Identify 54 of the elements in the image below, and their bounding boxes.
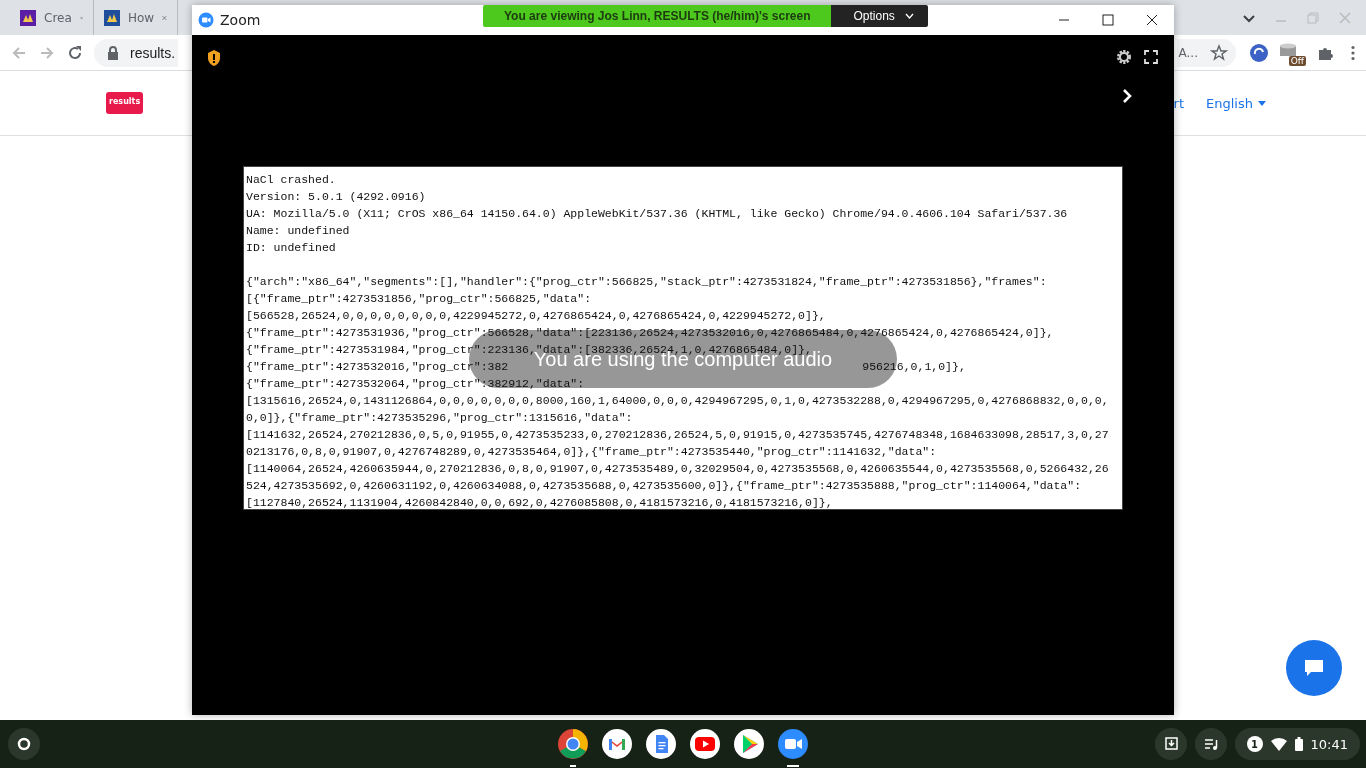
report-line: {"frame_ptr":4273532016,"prog_ctr":382: [246, 359, 509, 375]
report-line: {"frame_ptr":4273532064,"prog_ctr":382912,"data":: [246, 376, 585, 392]
site-logo[interactable]: results: [106, 92, 144, 114]
report-line: {"frame_ptr":4273531936,"prog_ctr":566528,"data":[223136,26524,4273532016,0,4276865484,0,4276865424,0,4276865424,0]},: [246, 325, 1054, 341]
report-line: 0,0]},{"frame_ptr":4273535296,"prog_ctr":1315616,"data":: [246, 410, 633, 426]
document-icon[interactable]: [645, 728, 677, 760]
report-line: [{"frame_ptr":4273531856,"prog_ctr":566825,"data":: [246, 291, 592, 307]
report-line: {"arch":"x86_64","segments":[],"handler":{"prog_ctr":566825,"stack_ptr":4273531824,"frame_ptr":4273531856},"frames":: [246, 274, 1047, 290]
chevron-down-icon: [904, 13, 914, 19]
notification-count: 1: [1246, 736, 1263, 752]
extension-icon[interactable]: [1250, 43, 1268, 62]
report-line: [1140064,26524,4260635944,0,270212836,0,8,0,91907,0,4273535489,0,32029504,0,4273535568,0,4260635544,0,4273535568,0,5266432,26: [246, 461, 1109, 477]
launcher-button[interactable]: [8, 728, 40, 760]
screen-share-banner: You are viewing Jos Linn, RESULTS (he/him)'s screen: [483, 5, 832, 27]
battery-icon: [1294, 737, 1303, 751]
window-title: Zoom: [220, 12, 261, 28]
report-line: Version: 5.0.1 (4292.0916): [246, 189, 426, 205]
language-dropdown[interactable]: English: [1206, 95, 1266, 111]
report-line: 0213176,0,8,0,91907,0,4276748289,0,4273535464,0]},{"frame_ptr":4273535440,"prog_ctr":1141632,"data":: [246, 444, 937, 460]
tab-favicon-icon: [104, 9, 120, 26]
reload-icon[interactable]: [66, 43, 84, 62]
report-line: 956216,0,1,0]},: [862, 359, 966, 375]
chevron-right-icon[interactable]: [1122, 88, 1132, 104]
wifi-icon: [1270, 737, 1287, 751]
report-line: Name: undefined: [246, 223, 350, 239]
report-line: 524,4273535692,0,4260631192,0,4260634088,0,4273535688,0,4273535600,0]},{"frame_ptr":4273535888,"prog_ctr":1140064,"data":: [246, 478, 1082, 494]
report-line: UA: Mozilla/5.0 (X11; CrOS x86_64 14150.64.0) AppleWebKit/537.36 (KHTML, like Gecko) Chrome/94.0.4606.104 Safari/537.36: [246, 206, 1068, 222]
report-line: NaCl crashed.: [246, 172, 336, 188]
address-bar[interactable]: results.: [94, 38, 178, 67]
fullscreen-icon[interactable]: [1144, 50, 1158, 64]
nav-link[interactable]: rt: [1173, 95, 1185, 111]
report-line: [1315616,26524,0,1431126864,0,0,0,0,0,0,0,8000,160,1,64000,0,0,0,4294967295,0,1,0,4273532288,0,4294967295,0,4276868832,0,0,0,: [246, 393, 1109, 409]
store-icon[interactable]: [733, 728, 765, 760]
report-line: [566528,26524,0,0,0,0,0,0,0,0,4229945272,0,4276865424,0,4276865424,0,4229945272,0]},: [246, 308, 826, 324]
report-line: [1127840,26524,1131904,4260842840,0,0,692,0,4276085808,0,4181573216,0,4181573216,0]},: [246, 495, 833, 511]
clock: 10:41: [1310, 736, 1348, 752]
star-icon[interactable]: [1210, 43, 1228, 62]
report-line: [1141632,26524,270212836,0,5,0,91955,0,4273535233,0,270212836,26524,5,0,91915,0,4273535745,4276748348,1684633098,28517,3,0,27: [246, 427, 1109, 443]
mail-icon[interactable]: [601, 728, 633, 760]
options-button[interactable]: Options: [831, 5, 928, 27]
chat-bubble-icon: [1303, 658, 1325, 678]
browser-tab[interactable]: How: [94, 0, 178, 35]
video-camera-icon: [198, 12, 214, 28]
video-icon[interactable]: [689, 728, 721, 760]
address-bar-end[interactable]: A...: [1176, 38, 1236, 67]
status-area[interactable]: 1 10:41: [1234, 728, 1360, 760]
settings-icon[interactable]: [1116, 49, 1132, 65]
media-controls-icon[interactable]: [1194, 728, 1227, 760]
browser-tab[interactable]: Crea: [10, 0, 94, 35]
tab-favicon-icon: [20, 9, 36, 26]
ring-icon: [17, 737, 31, 751]
holding-space-icon[interactable]: [1154, 728, 1187, 760]
report-line: ID: undefined: [246, 240, 336, 256]
caret-icon: [1258, 100, 1266, 106]
